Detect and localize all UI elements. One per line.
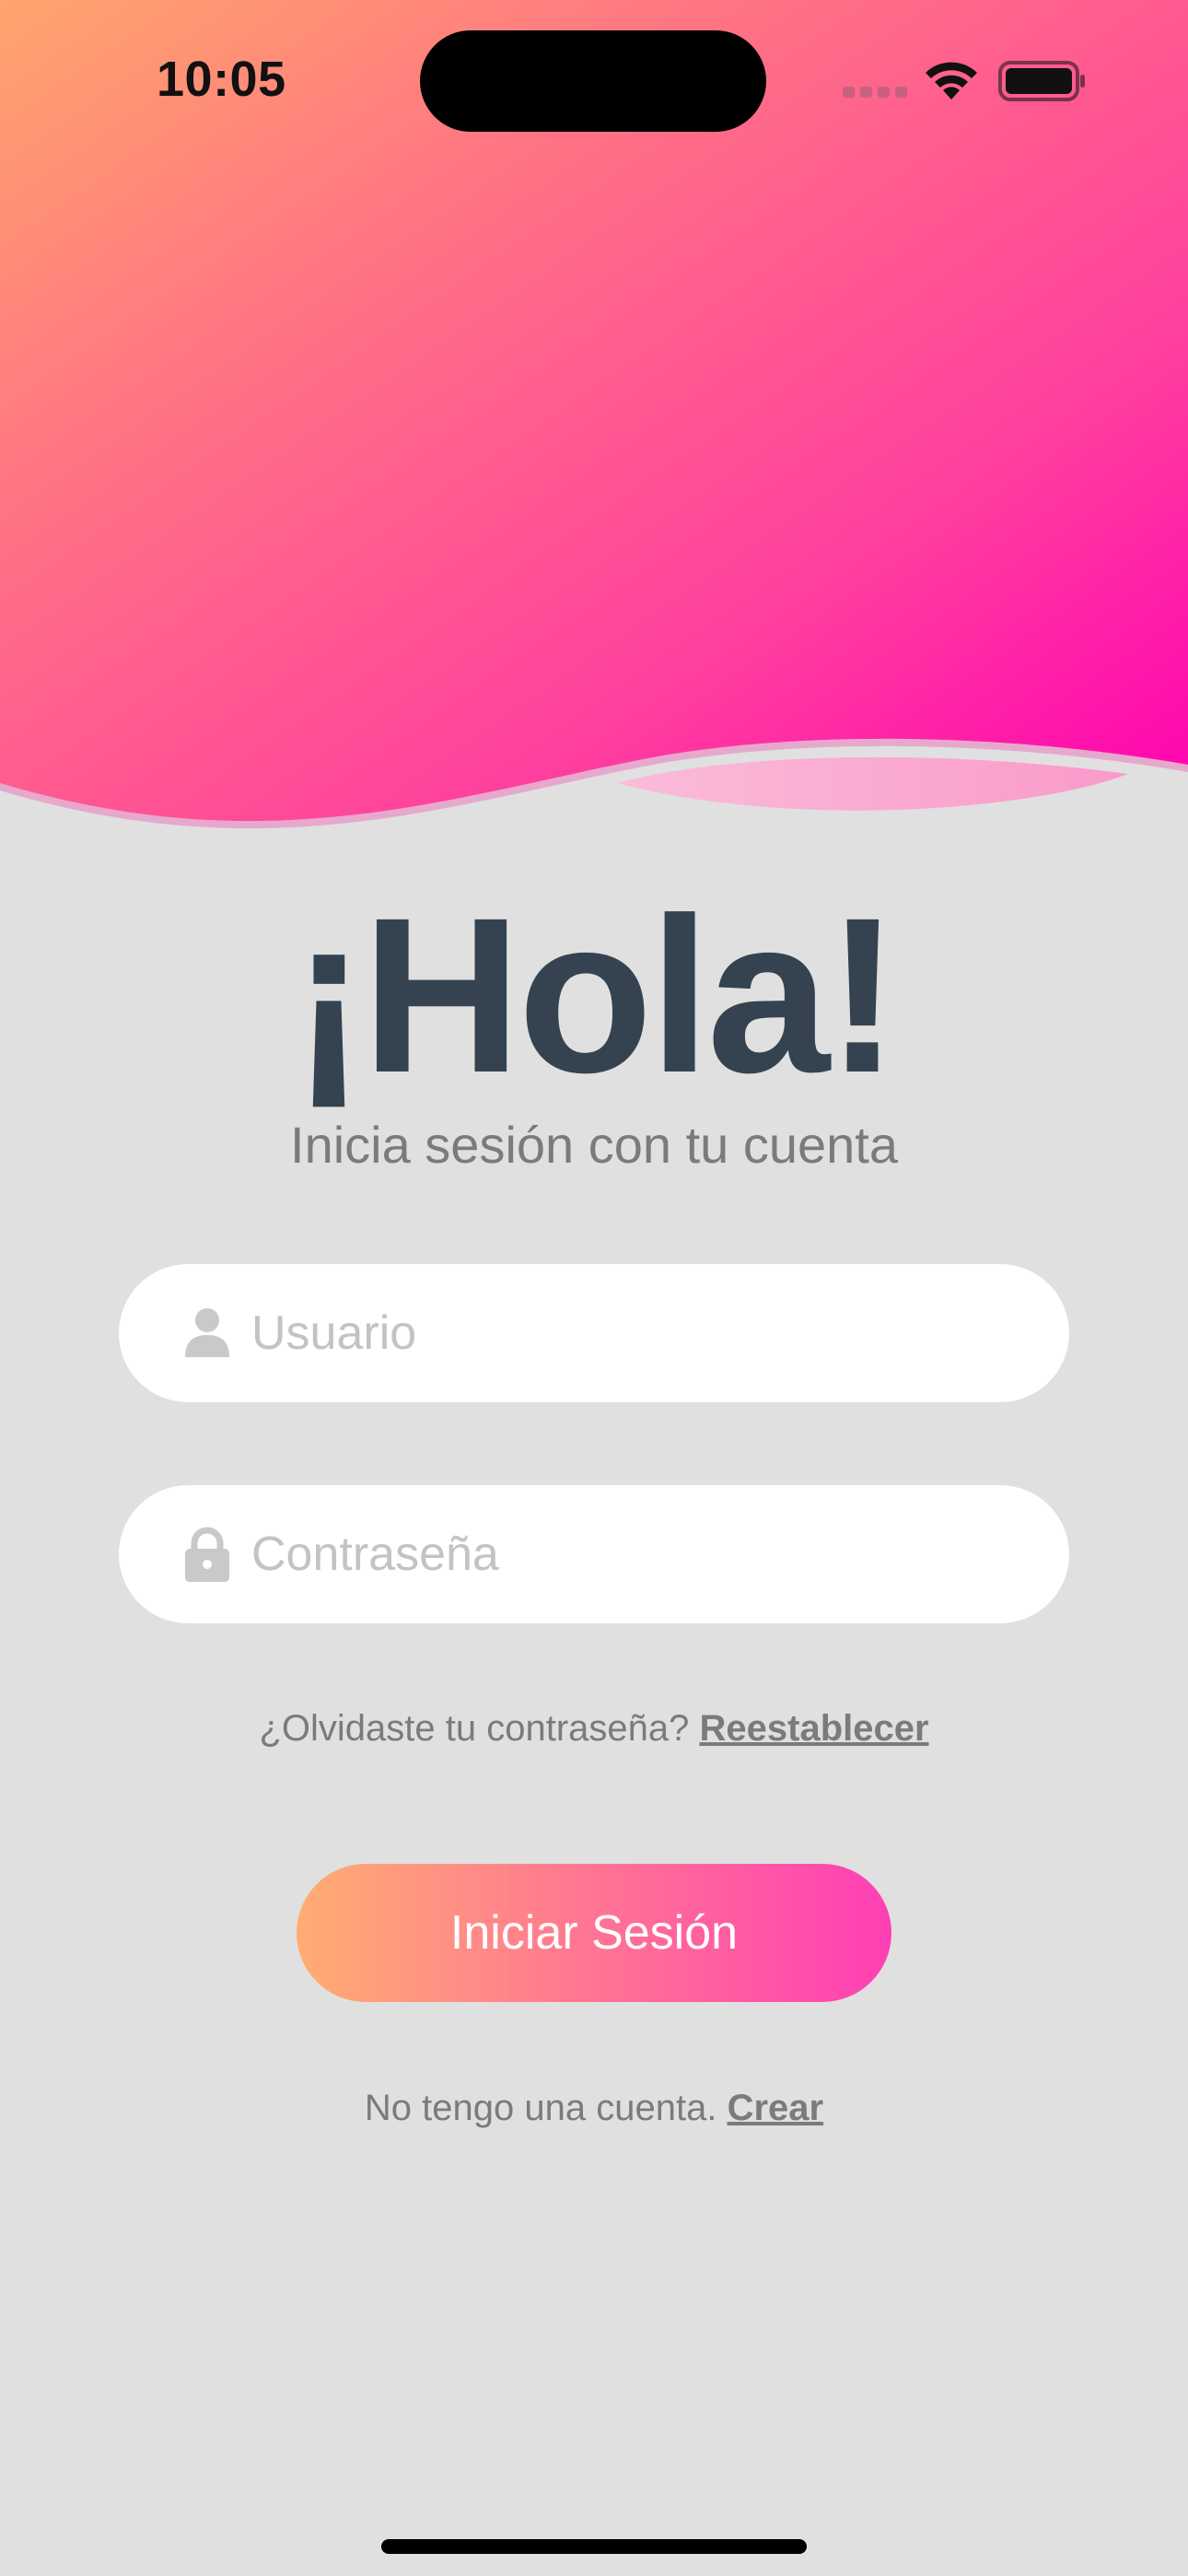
- forgot-password-line: ¿Olvidaste tu contraseña? Reestablecer: [0, 1703, 1188, 1754]
- no-account-text: No tengo una cuenta.: [364, 2088, 717, 2128]
- create-account-line: No tengo una cuenta. Crear: [0, 2082, 1188, 2134]
- password-field[interactable]: [119, 1485, 1069, 1623]
- password-input[interactable]: [251, 1485, 1025, 1623]
- wifi-icon: [926, 62, 977, 100]
- page-subtitle: Inicia sesión con tu cuenta: [290, 1116, 898, 1174]
- status-bar: 10:05: [0, 0, 1188, 157]
- forgot-password-text: ¿Olvidaste tu contraseña?: [259, 1708, 690, 1749]
- page-title: ¡Hola!: [292, 872, 900, 1118]
- username-field[interactable]: [119, 1264, 1069, 1402]
- lock-icon: [185, 1527, 229, 1582]
- reset-password-link[interactable]: Reestablecer: [700, 1708, 929, 1749]
- home-indicator[interactable]: [381, 2539, 807, 2554]
- battery-icon: [998, 61, 1085, 101]
- status-time: 10:05: [157, 52, 286, 107]
- create-account-link[interactable]: Crear: [728, 2088, 824, 2128]
- cellular-signal-icon: [843, 87, 907, 98]
- login-button[interactable]: Iniciar Sesión: [297, 1864, 891, 2002]
- dynamic-island: [420, 30, 766, 132]
- person-icon: [185, 1308, 229, 1357]
- username-input[interactable]: [251, 1264, 1025, 1402]
